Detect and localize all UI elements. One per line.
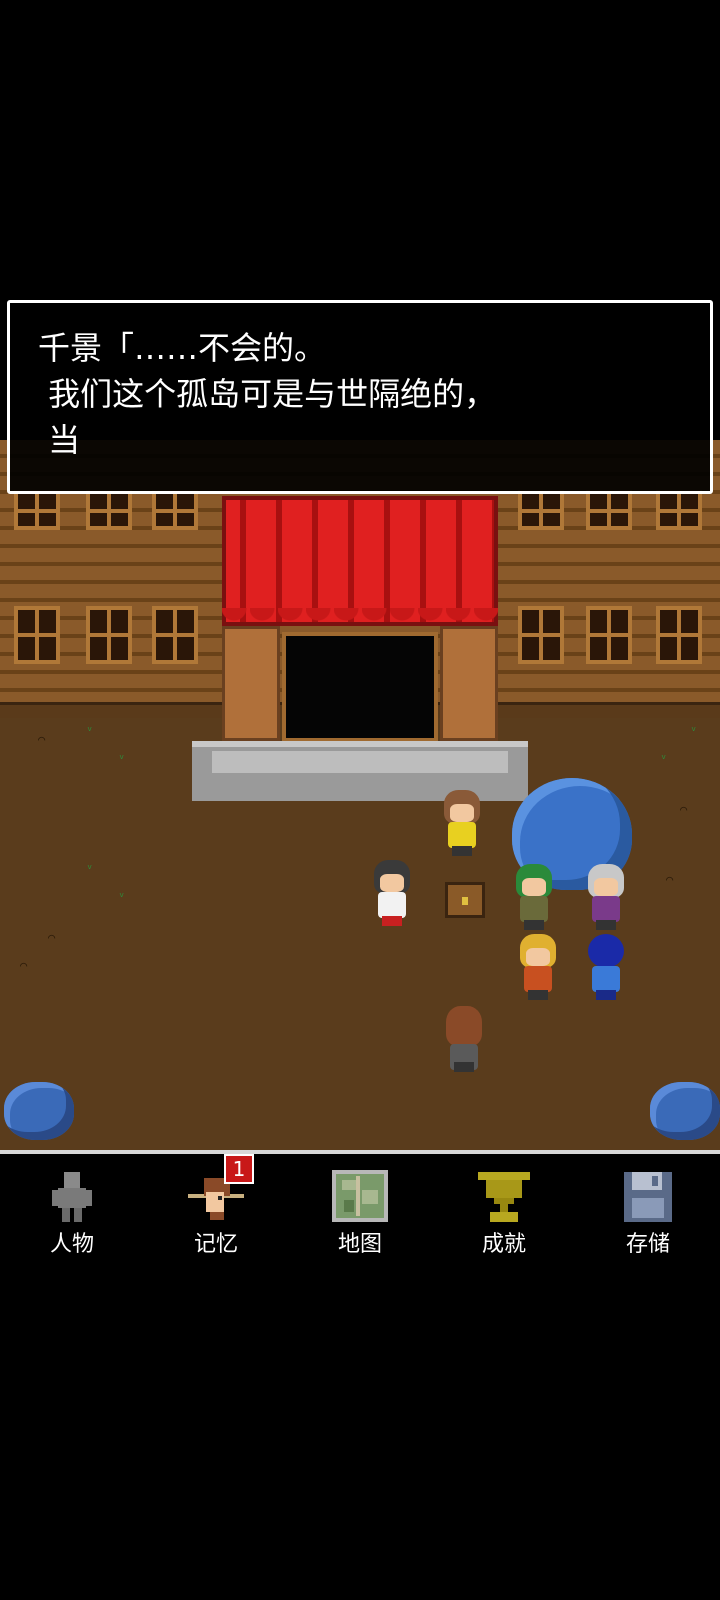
notification-badge: 1 xyxy=(224,1154,254,1184)
building-window xyxy=(14,490,60,530)
theater-entrance[interactable] xyxy=(192,496,528,801)
treasure-chest[interactable] xyxy=(445,882,485,918)
grass-tuft: ᵥ xyxy=(690,720,698,734)
menu-label: 地图 xyxy=(337,1232,382,1257)
character-green-hair-boy[interactable] xyxy=(512,864,556,930)
building-window xyxy=(518,606,564,664)
dirt-mark: ⌒ xyxy=(48,930,56,944)
building-window xyxy=(86,490,132,530)
bottom-menu-bar: 人物 1 记忆 地图 成就 存储 xyxy=(0,1150,720,1262)
menu-save-button[interactable]: 存储 xyxy=(576,1170,720,1260)
grass-tuft: ᵥ xyxy=(86,720,94,734)
menu-label: 存储 xyxy=(625,1232,670,1257)
dialogue-box[interactable]: 千景「……不会的。 我们这个孤岛可是与世隔绝的， 当 xyxy=(7,300,713,494)
dirt-mark: ⌒ xyxy=(20,958,28,972)
person-icon xyxy=(44,1170,100,1224)
menu-map-button[interactable]: 地图 xyxy=(288,1170,432,1260)
building-window xyxy=(586,606,632,664)
dialogue-text: 千景「……不会的。 我们这个孤岛可是与世隔绝的， 当 xyxy=(38,325,688,463)
character-ponytail-girl[interactable] xyxy=(440,790,484,856)
entrance-pillar xyxy=(440,626,498,741)
dark-doorway[interactable] xyxy=(282,632,438,742)
building-window xyxy=(14,606,60,664)
dialogue-line: 千景「……不会的。 xyxy=(38,329,327,367)
player-character[interactable] xyxy=(442,1006,486,1072)
menu-label: 记忆 xyxy=(193,1232,238,1257)
character-blonde-boy[interactable] xyxy=(516,934,560,1000)
dialogue-line: 我们这个孤岛可是与世隔绝的， xyxy=(38,375,497,413)
game-scene[interactable]: ᵥ ᵥ ᵥ ᵥ ᵥ ᵥ ⌒ ⌒ ⌒ ⌒ ⌒ xyxy=(0,440,720,1150)
grass-tuft: ᵥ xyxy=(118,886,126,900)
building-window xyxy=(152,606,198,664)
map-icon xyxy=(332,1170,388,1224)
memory-icon: 1 xyxy=(188,1154,254,1224)
red-curtain xyxy=(222,496,498,626)
dirt-mark: ⌒ xyxy=(680,802,688,816)
character-black-hair-girl[interactable] xyxy=(370,860,414,926)
menu-memory-button[interactable]: 1 记忆 xyxy=(144,1154,288,1260)
building-window xyxy=(152,490,198,530)
dirt-mark: ⌒ xyxy=(666,872,674,886)
dirt-mark: ⌒ xyxy=(38,732,46,746)
blue-bush xyxy=(650,1082,720,1140)
menu-achievements-button[interactable]: 成就 xyxy=(432,1170,576,1260)
menu-label: 成就 xyxy=(481,1232,526,1257)
menu-characters-button[interactable]: 人物 xyxy=(0,1170,144,1260)
building-window xyxy=(518,490,564,530)
blue-bush xyxy=(4,1082,74,1140)
grass-tuft: ᵥ xyxy=(86,858,94,872)
grass-tuft: ᵥ xyxy=(660,748,668,762)
trophy-icon xyxy=(476,1170,532,1224)
building-window xyxy=(656,490,702,530)
character-blue-hooded[interactable] xyxy=(584,934,628,1000)
dialogue-line: 当 xyxy=(38,421,81,459)
character-silver-hair-girl[interactable] xyxy=(584,864,628,930)
building-window xyxy=(586,490,632,530)
building-window xyxy=(656,606,702,664)
entrance-pillar xyxy=(222,626,280,741)
building-window xyxy=(86,606,132,664)
grass-tuft: ᵥ xyxy=(118,748,126,762)
save-disk-icon xyxy=(620,1170,676,1224)
menu-label: 人物 xyxy=(49,1232,94,1257)
